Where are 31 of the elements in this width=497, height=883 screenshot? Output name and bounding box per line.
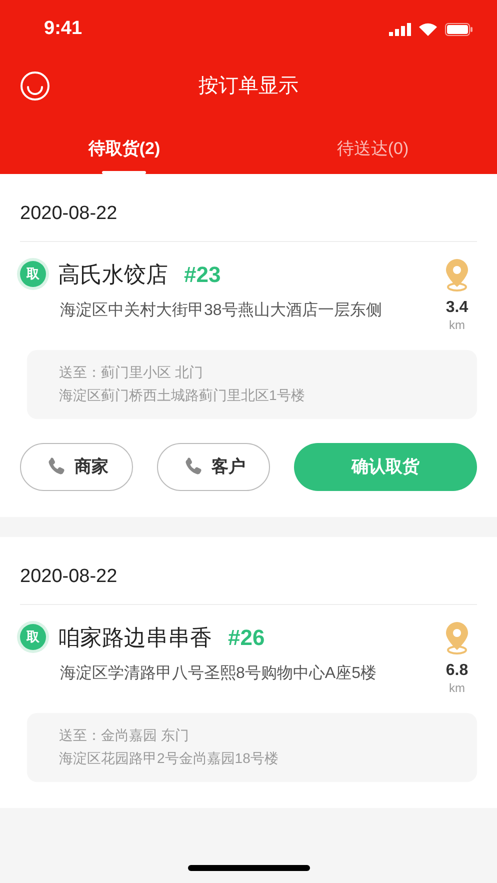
order-date: 2020-08-22	[20, 174, 477, 242]
delivery-target: 送至：蓟门里小区 北门	[59, 362, 204, 382]
location-pin-icon	[444, 258, 470, 292]
signal-icon	[389, 22, 411, 36]
distance-value: 3.4	[446, 300, 468, 316]
wifi-icon	[419, 22, 437, 36]
page-title: 按订单显示	[198, 74, 298, 99]
pickup-badge: 取	[20, 624, 46, 650]
status-time: 9:41	[44, 16, 82, 41]
location-pin-icon	[444, 620, 470, 655]
smiley-icon[interactable]	[20, 71, 50, 101]
distance-unit: km	[449, 316, 465, 334]
distance-value: 6.8	[446, 662, 468, 679]
call-button[interactable]: 客户	[157, 443, 270, 492]
confirm-pickup-button[interactable]: 确认取货	[294, 443, 477, 492]
order-number: #26	[228, 624, 265, 652]
order-date: 2020-08-22	[20, 537, 477, 605]
battery-icon	[445, 22, 473, 36]
shop-address: 海淀区学清路甲八号圣熙8号购物中心A座5楼	[59, 664, 378, 684]
distance-unit: km	[449, 680, 465, 697]
call-button[interactable]: 商家	[20, 443, 133, 492]
pickup-badge: 取	[20, 261, 46, 287]
delivery-target: 送至：金尚嘉园 东门	[59, 726, 190, 745]
order-number: #23	[184, 260, 221, 288]
delivery-address: 海淀区蓟门桥西土城路蓟门里北区1号楼	[59, 386, 306, 406]
shop-name: 高氏水饺店	[58, 260, 168, 288]
tab[interactable]: 待送达(0)	[328, 132, 417, 171]
delivery-address: 海淀区花园路甲2号金尚嘉园18号楼	[59, 749, 280, 768]
shop-address: 海淀区中关村大街甲38号燕山大酒店一层东侧	[59, 300, 383, 320]
tab[interactable]: 待取货(2)	[80, 132, 168, 171]
shop-name: 咱家路边串串香	[58, 624, 212, 652]
